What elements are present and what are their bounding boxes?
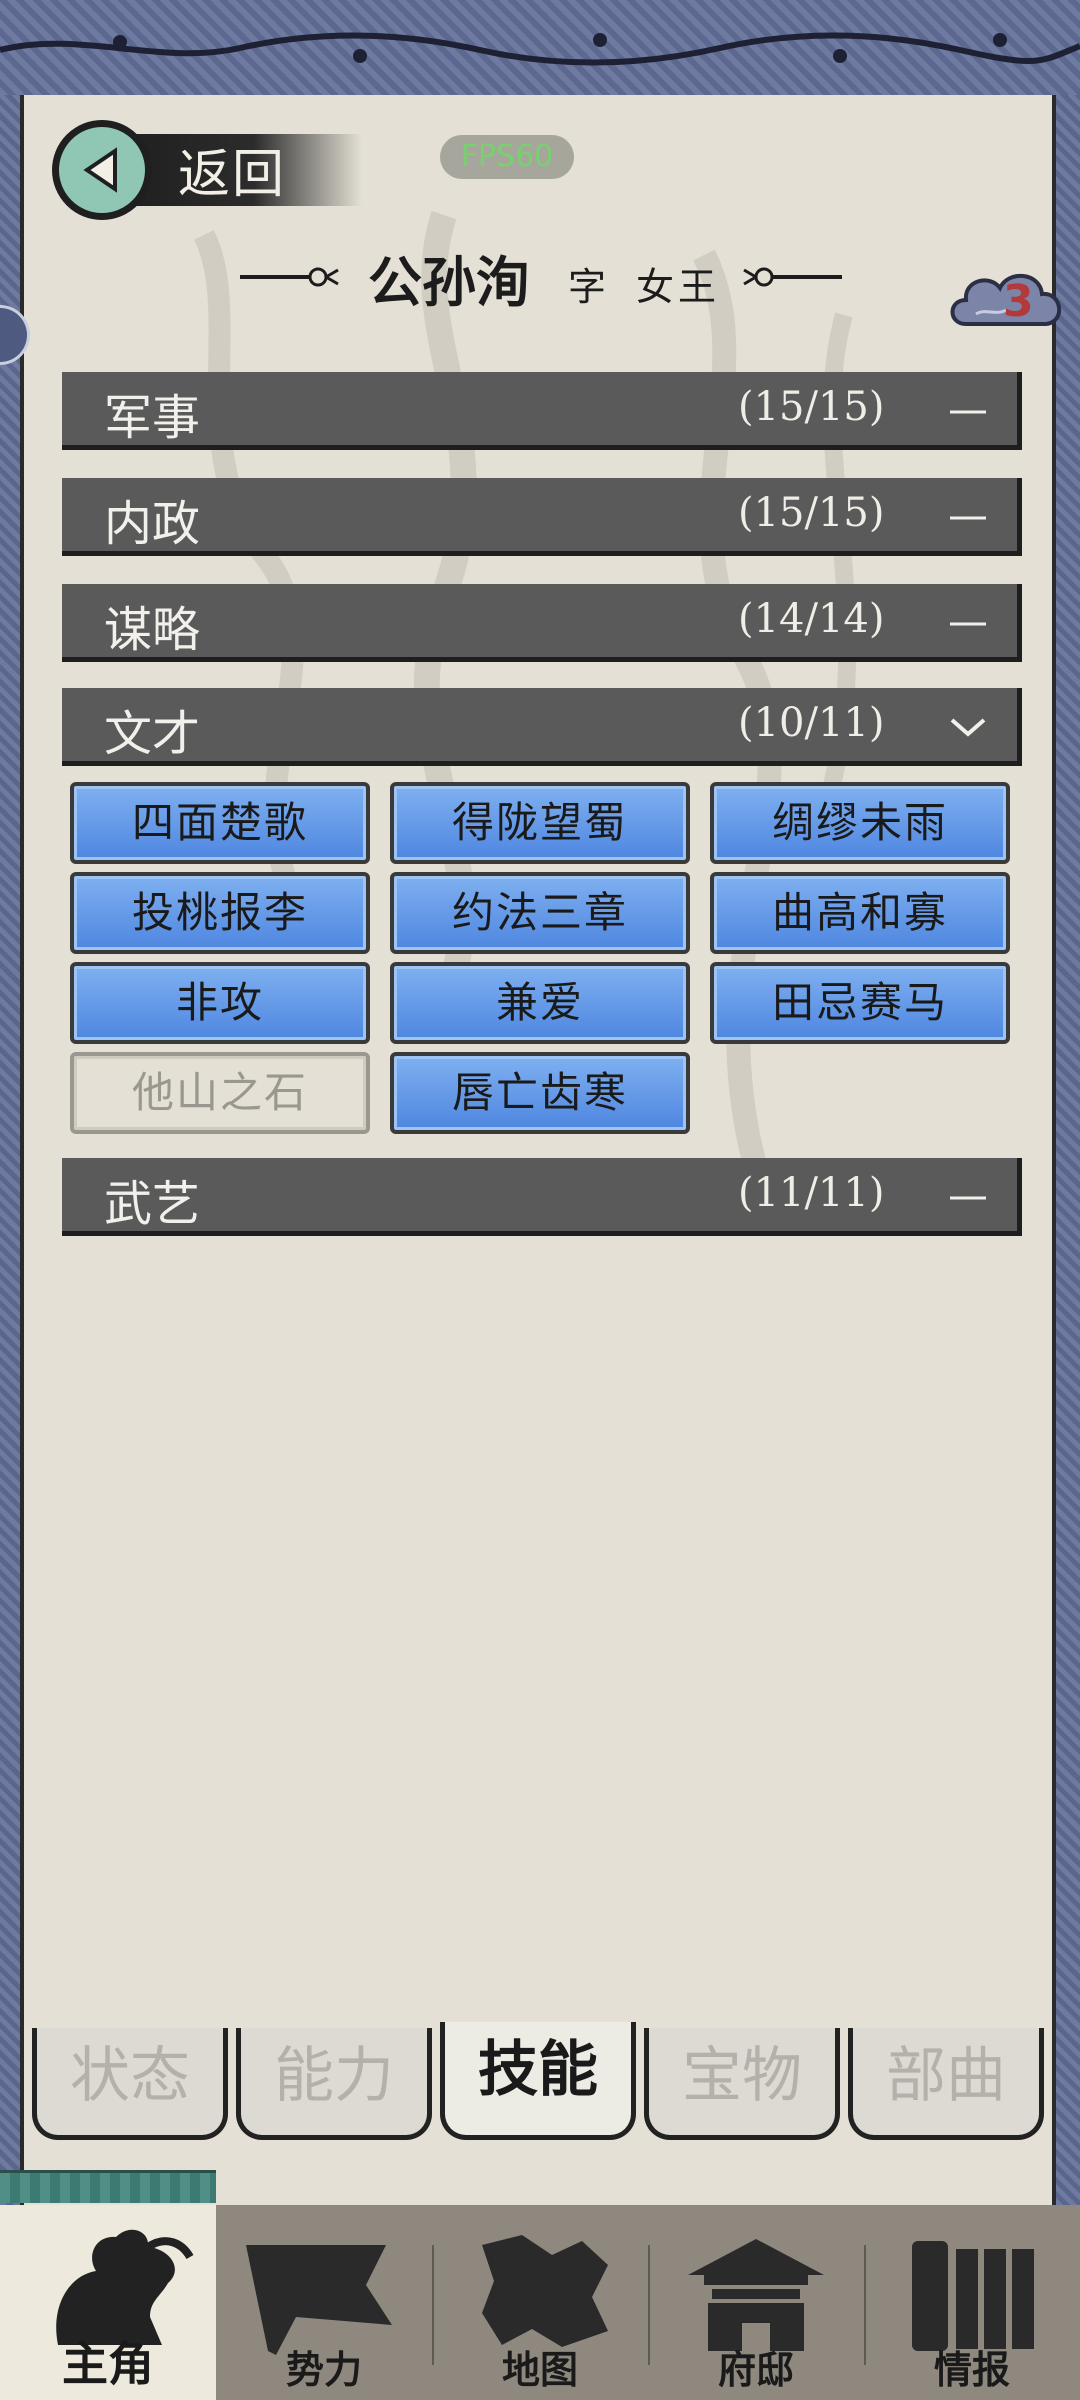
skill-label: 田忌赛马 xyxy=(771,978,948,1027)
courtesy-name: 女王 xyxy=(636,265,721,309)
category-label: 军事 xyxy=(104,390,201,446)
skill-button[interactable]: 约法三章 xyxy=(390,872,690,954)
skill-button[interactable]: 曲高和寡 xyxy=(710,872,1010,954)
nav-intelligence[interactable]: 情报 xyxy=(864,2205,1080,2400)
flag-icon xyxy=(246,2245,392,2355)
left-decorative-border xyxy=(0,95,20,2205)
skill-label: 他山之石 xyxy=(131,1068,308,1117)
nav-label: 地图 xyxy=(501,2347,578,2392)
skill-label: 绸缪未雨 xyxy=(771,798,948,847)
skill-button[interactable]: 四面楚歌 xyxy=(70,782,370,864)
nav-label: 势力 xyxy=(285,2347,362,2392)
nav-mansion[interactable]: 府邸 xyxy=(648,2205,864,2400)
collapse-icon xyxy=(950,410,986,414)
collapse-icon xyxy=(950,622,986,626)
category-bar-military[interactable]: 军事 (15/15) xyxy=(62,372,1022,450)
skill-label: 曲高和寡 xyxy=(771,888,948,937)
skill-label: 兼爱 xyxy=(495,978,584,1027)
skill-button[interactable]: 非攻 xyxy=(70,962,370,1044)
active-nav-ribbon xyxy=(0,2170,216,2203)
tab-treasure[interactable]: 宝物 xyxy=(644,2028,840,2140)
detail-tabs: 状态 能力 技能 宝物 部曲 xyxy=(32,2022,1052,2140)
category-count: (10/11) xyxy=(738,700,885,746)
tab-status[interactable]: 状态 xyxy=(32,2028,228,2140)
tab-ability[interactable]: 能力 xyxy=(236,2028,432,2140)
title-ornament-right-icon xyxy=(743,267,842,287)
vine-ornament-icon xyxy=(0,32,1080,66)
tab-label: 能力 xyxy=(274,2041,394,2111)
category-count: (15/15) xyxy=(738,490,885,536)
category-label: 文才 xyxy=(104,706,201,762)
chevron-down-icon xyxy=(950,718,986,737)
skill-button[interactable]: 绸缪未雨 xyxy=(710,782,1010,864)
map-icon xyxy=(482,2235,608,2347)
collapse-icon xyxy=(950,1196,986,1200)
tab-troops[interactable]: 部曲 xyxy=(848,2028,1044,2140)
fps-counter: FPS60 xyxy=(440,135,574,179)
category-label: 谋略 xyxy=(104,602,201,658)
back-arrow-icon xyxy=(52,120,152,220)
skill-button[interactable]: 投桃报李 xyxy=(70,872,370,954)
tab-label: 宝物 xyxy=(682,2041,802,2111)
nav-faction[interactable]: 势力 xyxy=(216,2205,432,2400)
top-decorative-border xyxy=(0,0,1080,95)
category-label: 内政 xyxy=(104,496,201,552)
skill-label: 唇亡齿寒 xyxy=(451,1068,628,1117)
category-count: (14/14) xyxy=(738,596,885,642)
category-bar-internal-affairs[interactable]: 内政 (15/15) xyxy=(62,478,1022,556)
mansion-icon xyxy=(688,2239,824,2351)
skill-label: 四面楚歌 xyxy=(131,798,308,847)
skill-button[interactable]: 唇亡齿寒 xyxy=(390,1052,690,1134)
back-button-label[interactable]: 返回 xyxy=(178,132,286,207)
skill-label: 投桃报李 xyxy=(131,888,308,937)
right-decorative-border xyxy=(1056,95,1080,2205)
nav-label: 主角 xyxy=(62,2337,154,2391)
tab-skills[interactable]: 技能 xyxy=(440,2022,636,2140)
category-bar-literary[interactable]: 文才 (10/11) xyxy=(62,688,1022,766)
skill-button[interactable]: 田忌赛马 xyxy=(710,962,1010,1044)
courtesy-name-label: 字 xyxy=(568,265,607,309)
skill-button[interactable]: 兼爱 xyxy=(390,962,690,1044)
category-count: (11/11) xyxy=(738,1170,885,1216)
category-label: 武艺 xyxy=(104,1176,201,1232)
nav-label: 府邸 xyxy=(717,2347,794,2392)
nav-map[interactable]: 地图 xyxy=(432,2205,648,2400)
notification-count: 3 xyxy=(1003,276,1034,327)
bottom-navigation: 主角 势力 地图 府邸 情报 xyxy=(0,2205,1080,2400)
scroll-icon xyxy=(912,2241,1034,2351)
category-count: (15/15) xyxy=(738,384,885,430)
skill-button-locked[interactable]: 他山之石 xyxy=(70,1052,370,1134)
collapse-icon xyxy=(950,516,986,520)
character-name: 公孙洵 xyxy=(368,250,530,314)
tab-label: 状态 xyxy=(70,2041,190,2111)
nav-label: 情报 xyxy=(933,2347,1010,2392)
title-ornament-left-icon xyxy=(240,267,339,287)
category-bar-martial-arts[interactable]: 武艺 (11/11) xyxy=(62,1158,1022,1236)
tab-label: 部曲 xyxy=(886,2041,1006,2111)
skill-label: 得陇望蜀 xyxy=(451,798,628,847)
tab-label: 技能 xyxy=(478,2035,598,2105)
skill-button[interactable]: 得陇望蜀 xyxy=(390,782,690,864)
skill-label: 约法三章 xyxy=(451,888,628,937)
nav-protagonist[interactable]: 主角 xyxy=(0,2205,216,2400)
skill-label: 非攻 xyxy=(175,978,264,1027)
category-bar-strategy[interactable]: 谋略 (14/14) xyxy=(62,584,1022,662)
